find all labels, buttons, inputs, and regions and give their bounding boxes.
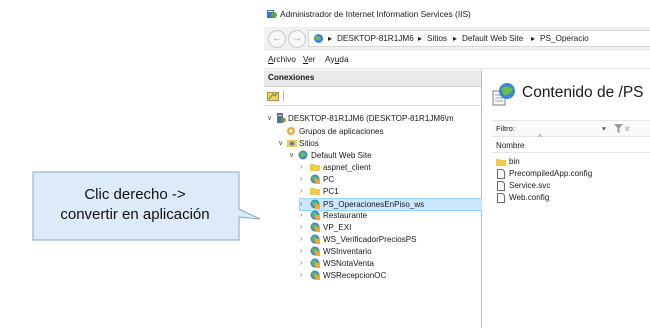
menu-archivo[interactable]: Archivo xyxy=(268,54,296,64)
sites-folder-icon xyxy=(287,140,297,147)
globe-icon xyxy=(314,34,323,43)
tree-label: WSRecepcionOC xyxy=(323,271,387,280)
application-icon xyxy=(310,174,320,184)
connections-pane: Conexiones ∨ DESKTOP-81R1JM6 (DESKTOP-81… xyxy=(264,70,485,328)
go-filter-icon[interactable] xyxy=(614,124,623,133)
chevron-right-icon[interactable]: › xyxy=(300,186,302,197)
chevron-right-icon[interactable]: › xyxy=(300,199,302,210)
website-globe-icon xyxy=(298,150,308,160)
chevron-down-icon[interactable]: ∨ xyxy=(278,138,283,149)
tree-label: Sitios xyxy=(299,139,319,148)
new-connection-icon[interactable] xyxy=(267,90,279,102)
tree-label: PC1 xyxy=(323,187,339,196)
folder-icon xyxy=(310,164,320,171)
application-icon xyxy=(310,210,320,220)
crumb-app[interactable]: PS_Operacio xyxy=(540,31,589,46)
application-icon xyxy=(310,246,320,256)
chevron-right-icon[interactable]: › xyxy=(300,222,302,233)
menu-ver[interactable]: Ver xyxy=(303,54,316,64)
tree-label: VP_EXI xyxy=(323,223,352,232)
chevron-right-icon[interactable]: › xyxy=(300,174,302,185)
breadcrumb[interactable]: ▸ DESKTOP-81R1JM6 ▸ Sitios ▸ Default Web… xyxy=(308,30,650,47)
column-header-name[interactable]: Nombre xyxy=(496,141,524,150)
content-view-icon xyxy=(492,83,515,106)
connections-toolbar xyxy=(264,87,481,106)
chevron-right-icon: ▸ xyxy=(453,34,458,43)
connections-header: Conexiones xyxy=(264,70,481,87)
chevron-down-icon[interactable]: ∨ xyxy=(289,150,294,161)
crumb-sites[interactable]: Sitios xyxy=(427,31,447,46)
chevron-right-icon[interactable]: › xyxy=(300,258,302,269)
chevron-right-icon[interactable]: › xyxy=(300,162,302,173)
chevron-right-icon: ▸ xyxy=(328,34,333,43)
callout-text: Clic derecho -> convertir en aplicación xyxy=(32,185,238,225)
toolbar-separator xyxy=(283,91,284,101)
file-name: PrecompiledApp.config xyxy=(509,169,593,178)
chevron-down-icon[interactable]: ∨ xyxy=(267,113,272,124)
annotation-callout: Clic derecho -> convertir en aplicación xyxy=(32,171,262,241)
crumb-server[interactable]: DESKTOP-81R1JM6 xyxy=(337,31,414,46)
tree-label: Restaurante xyxy=(323,211,368,220)
server-icon xyxy=(277,113,286,123)
folder-icon xyxy=(310,188,320,195)
tree-label: PC xyxy=(323,175,335,184)
connections-header-label: Conexiones xyxy=(268,73,315,82)
menu-bar: Archivo Ver Ayuda xyxy=(264,50,650,69)
crumb-default-site[interactable]: Default Web Site xyxy=(462,31,523,46)
chevron-right-icon: ▸ xyxy=(418,34,423,43)
go-filter-label-partial[interactable]: Ir xyxy=(625,124,630,133)
chevron-right-icon[interactable]: › xyxy=(300,210,302,221)
back-button[interactable]: ← xyxy=(268,30,286,48)
forward-button[interactable]: → xyxy=(288,30,306,48)
chevron-right-icon: ▸ xyxy=(531,34,536,43)
tree-label: WS_VerificadorPreciosPS xyxy=(323,235,417,244)
filter-bar: Filtro: ▾ Ir xyxy=(492,120,650,137)
callout-line-1: Clic derecho -> xyxy=(84,186,186,203)
file-name: Web.config xyxy=(509,193,550,202)
callout-line-2: convertir en aplicación xyxy=(60,206,210,223)
filter-label: Filtro: xyxy=(496,124,515,133)
iis-manager-icon xyxy=(267,10,277,18)
address-bar: ← → ▸ DESKTOP-81R1JM6 ▸ Sitios ▸ Default… xyxy=(264,27,650,50)
folder-icon xyxy=(496,159,506,166)
application-icon xyxy=(310,258,320,268)
file-name: Service.svc xyxy=(509,181,551,190)
tree-label: WSInventario xyxy=(323,247,372,256)
window-title: Administrador de Internet Information Se… xyxy=(280,9,471,19)
sort-caret-icon: ^ xyxy=(538,133,542,142)
tree-label: aspnet_client xyxy=(323,163,371,172)
filter-dropdown-icon[interactable]: ▾ xyxy=(602,124,606,133)
file-icon xyxy=(497,169,505,179)
application-icon xyxy=(310,222,320,232)
chevron-right-icon[interactable]: › xyxy=(300,234,302,245)
column-header-row: Nombre ^ xyxy=(492,133,650,153)
application-icon xyxy=(310,270,320,280)
tree-label: DESKTOP-81R1JM6 (DESKTOP-81R1JM6\m xyxy=(288,114,454,123)
content-title: Contenido de /PS xyxy=(522,84,644,101)
tree-label: PS_OperacionesEnPiso_ws xyxy=(323,200,425,209)
title-bar: Administrador de Internet Information Se… xyxy=(264,0,650,26)
application-icon xyxy=(310,199,320,209)
file-icon xyxy=(497,193,505,203)
iis-window: Administrador de Internet Information Se… xyxy=(264,0,650,328)
tree-label: Grupos de aplicaciones xyxy=(299,127,384,136)
application-icon xyxy=(310,234,320,244)
chevron-right-icon[interactable]: › xyxy=(300,270,302,281)
app-pool-icon xyxy=(287,127,295,135)
tree-label: Default Web Site xyxy=(311,151,372,160)
file-icon xyxy=(497,181,505,191)
content-pane: Contenido de /PS Filtro: ▾ Ir Nombre ^ b… xyxy=(482,70,650,328)
file-name: bin xyxy=(509,157,520,166)
menu-ayuda[interactable]: Ayuda xyxy=(325,54,349,64)
tree-label: WSNotaVenta xyxy=(323,259,374,268)
chevron-right-icon[interactable]: › xyxy=(300,246,302,257)
